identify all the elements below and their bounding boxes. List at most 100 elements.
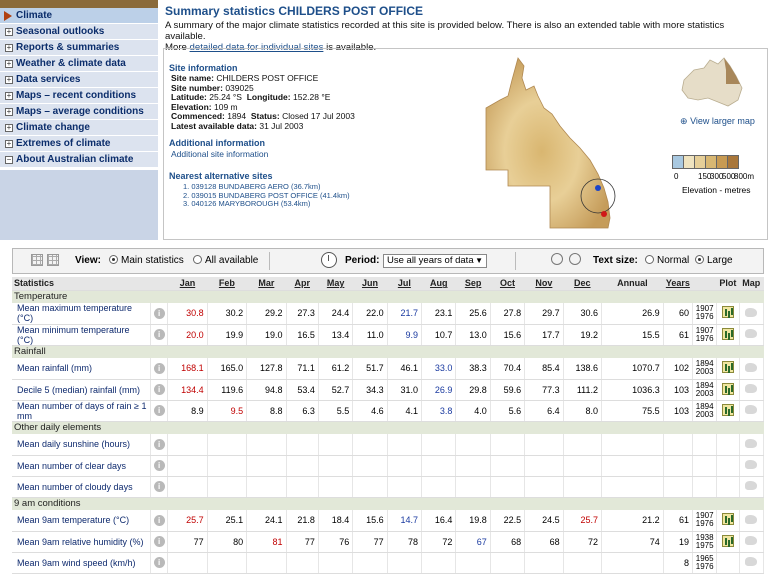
- bar-chart-icon[interactable]: [721, 403, 734, 416]
- view-larger-map-link[interactable]: ⊕ View larger map: [680, 116, 755, 127]
- nav-item-reports-summaries[interactable]: + Reports & summaries: [0, 40, 158, 56]
- plus-icon[interactable]: +: [5, 60, 13, 68]
- nav-item-extremes[interactable]: + Extremes of climate: [0, 136, 158, 152]
- zoom-out-icon[interactable]: [569, 253, 581, 265]
- info-icon[interactable]: i: [153, 481, 165, 492]
- value-cell: 81: [246, 531, 287, 553]
- info-icon[interactable]: i: [153, 362, 165, 374]
- bar-chart-icon[interactable]: [721, 513, 734, 526]
- view-main-radio[interactable]: Main statistics: [109, 255, 184, 266]
- australia-locator-map[interactable]: [680, 56, 744, 112]
- map-cell: [739, 303, 764, 325]
- info-icon[interactable]: i: [153, 438, 165, 450]
- map-icon[interactable]: [745, 514, 758, 524]
- plus-icon[interactable]: +: [5, 92, 13, 100]
- month-header-dec[interactable]: Dec: [563, 277, 603, 291]
- map-icon[interactable]: [745, 384, 758, 393]
- view-all-radio[interactable]: All available: [193, 255, 258, 266]
- value-cell: 76: [318, 531, 354, 553]
- map-icon[interactable]: [745, 438, 758, 448]
- map-icon[interactable]: [745, 362, 758, 372]
- value-cell: [286, 552, 319, 574]
- nav-item-about-australian-climate[interactable]: − About Australian climate: [0, 152, 158, 168]
- text-size-large-radio[interactable]: Large: [695, 255, 733, 266]
- nav-item-maps-average[interactable]: + Maps – average conditions: [0, 104, 158, 120]
- month-header-mar[interactable]: Mar: [246, 277, 287, 291]
- map-icon[interactable]: [745, 481, 758, 490]
- month-header-oct[interactable]: Oct: [490, 277, 526, 291]
- nav-item-weather-climate-data[interactable]: + Weather & climate data: [0, 56, 158, 72]
- plus-icon[interactable]: +: [5, 108, 13, 116]
- info-icon[interactable]: i: [153, 536, 165, 547]
- row-label: Mean number of cloudy days: [12, 476, 152, 498]
- map-icon[interactable]: [745, 557, 758, 566]
- value-cell: 29.2: [246, 303, 287, 325]
- nav-item-climate-change[interactable]: + Climate change: [0, 120, 158, 136]
- row-label: Mean rainfall (mm): [12, 358, 152, 380]
- nav-item-maps-recent[interactable]: + Maps – recent conditions: [0, 88, 158, 104]
- value-cell: [387, 455, 423, 477]
- nav-item-climate[interactable]: Climate: [0, 8, 158, 24]
- info-cell: i: [150, 510, 169, 532]
- years-header[interactable]: Years: [663, 277, 694, 291]
- map-icon[interactable]: [745, 536, 758, 545]
- bar-chart-icon[interactable]: [721, 534, 734, 547]
- info-icon[interactable]: i: [153, 405, 165, 416]
- grid-icon[interactable]: [47, 254, 59, 266]
- month-header-nov[interactable]: Nov: [524, 277, 564, 291]
- month-header-may[interactable]: May: [318, 277, 354, 291]
- plus-icon[interactable]: +: [5, 140, 13, 148]
- info-icon[interactable]: i: [153, 514, 165, 526]
- minus-icon[interactable]: −: [5, 156, 13, 164]
- nearest-site-link[interactable]: 3. 040126 MARYBOROUGH (53.4km): [183, 200, 350, 209]
- map-icon[interactable]: [745, 329, 758, 338]
- map-icon[interactable]: [745, 405, 758, 414]
- month-header-feb[interactable]: Feb: [207, 277, 248, 291]
- years-cell: 103: [663, 400, 694, 422]
- map-icon[interactable]: [745, 307, 758, 317]
- value-cell: [490, 455, 526, 477]
- text-size-normal-radio[interactable]: Normal: [645, 255, 689, 266]
- zoom-in-icon[interactable]: [551, 253, 563, 265]
- divider: [269, 252, 270, 270]
- value-cell: [421, 552, 457, 574]
- bar-chart-icon[interactable]: [721, 306, 734, 319]
- value-cell: 168.1: [167, 358, 208, 380]
- month-header-aug[interactable]: Aug: [421, 277, 457, 291]
- period-select[interactable]: Use all years of data ▼: [383, 254, 487, 268]
- info-icon[interactable]: i: [153, 460, 165, 471]
- info-icon[interactable]: i: [153, 384, 165, 395]
- plot-cell: [716, 455, 740, 477]
- value-cell: [524, 434, 564, 456]
- month-header-jul[interactable]: Jul: [387, 277, 423, 291]
- month-header-apr[interactable]: Apr: [286, 277, 319, 291]
- value-cell: [490, 434, 526, 456]
- info-icon[interactable]: i: [153, 557, 165, 568]
- year-range-cell: 1907 1976: [692, 324, 718, 346]
- plus-icon[interactable]: +: [5, 124, 13, 132]
- plus-icon[interactable]: +: [5, 28, 13, 36]
- map-icon[interactable]: [745, 460, 758, 469]
- month-header-jun[interactable]: Jun: [352, 277, 388, 291]
- plus-icon[interactable]: +: [5, 44, 13, 52]
- month-header-jan[interactable]: Jan: [167, 277, 208, 291]
- bar-chart-icon[interactable]: [721, 327, 734, 340]
- value-cell: [563, 455, 603, 477]
- info-icon[interactable]: i: [153, 329, 165, 340]
- nav-item-data-services[interactable]: + Data services: [0, 72, 158, 88]
- bar-chart-icon[interactable]: [721, 382, 734, 395]
- annual-cell: [601, 455, 664, 477]
- plus-icon[interactable]: +: [5, 76, 13, 84]
- value-cell: 4.0: [455, 400, 491, 422]
- nav-item-seasonal-outlooks[interactable]: + Seasonal outlooks: [0, 24, 158, 40]
- bar-chart-icon[interactable]: [721, 361, 734, 374]
- value-cell: [352, 552, 388, 574]
- additional-site-info-link[interactable]: Additional site information: [171, 149, 268, 160]
- info-icon[interactable]: i: [153, 307, 165, 319]
- plot-cell: [716, 400, 740, 422]
- queensland-highlight: [724, 58, 740, 84]
- table-icon[interactable]: [31, 254, 43, 266]
- month-header-sep[interactable]: Sep: [455, 277, 491, 291]
- radio-icon: [645, 255, 654, 264]
- statistics-table: Statistics Jan Feb Mar Apr May Jun Jul Aug Sep Oct…: [12, 277, 764, 574]
